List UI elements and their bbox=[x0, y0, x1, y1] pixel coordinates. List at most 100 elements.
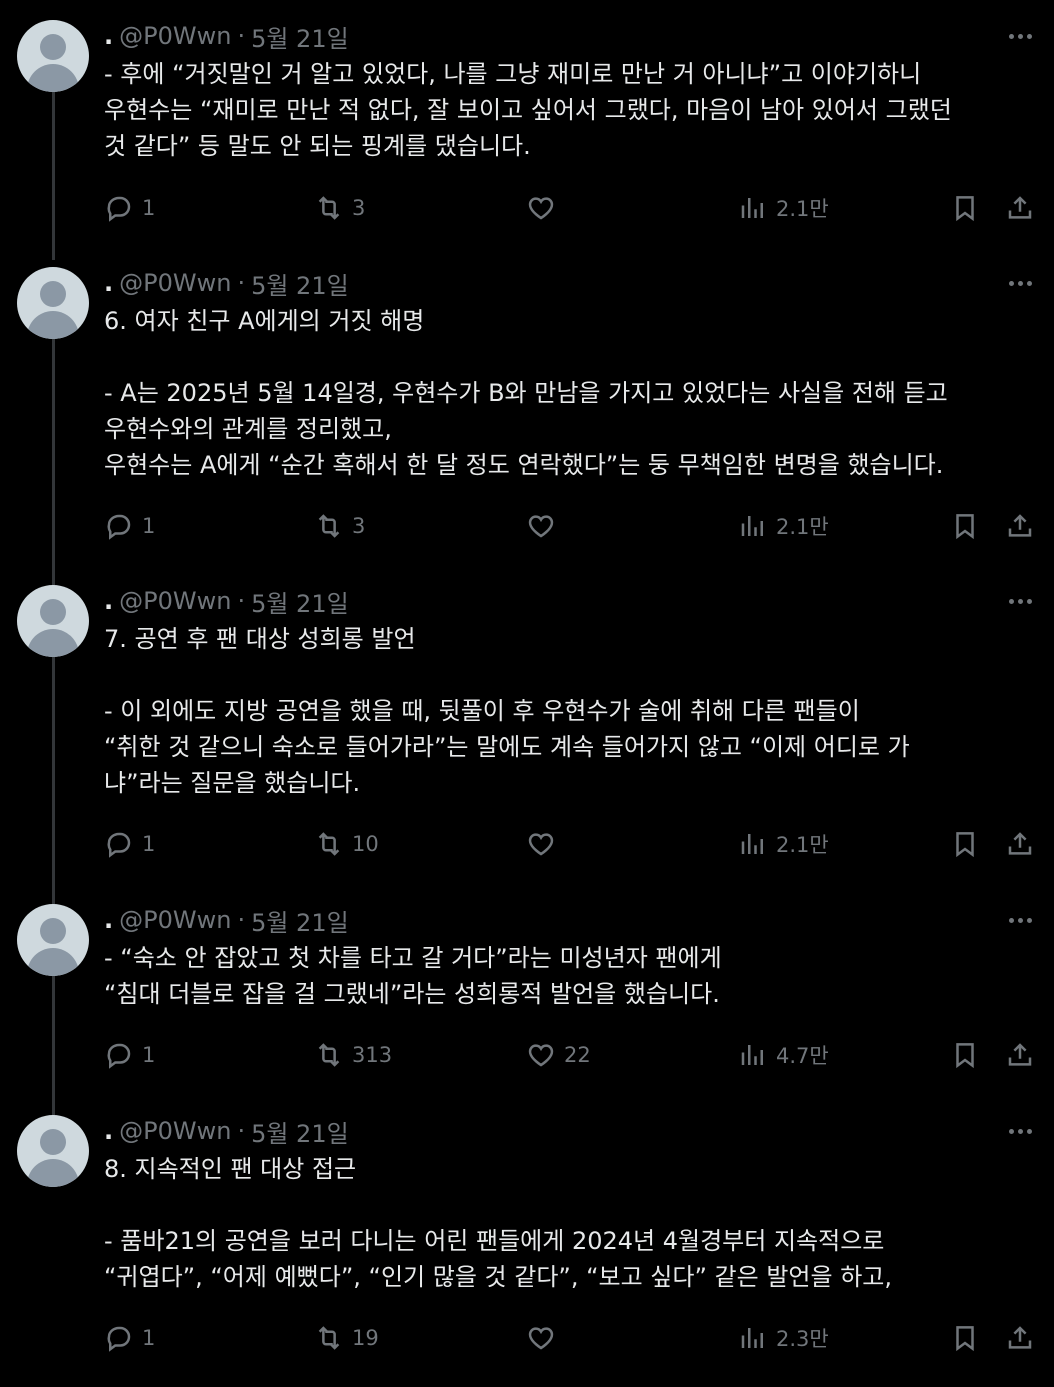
like-button[interactable]: 22 bbox=[526, 1035, 591, 1075]
reply-button[interactable]: 1 bbox=[104, 824, 155, 864]
view-count: 4.7만 bbox=[776, 1044, 829, 1068]
bookmark-icon bbox=[956, 832, 974, 858]
reply-button[interactable]: 1 bbox=[104, 1318, 155, 1358]
retweet-count: 19 bbox=[352, 1326, 379, 1350]
tweet-header: . @P0Wwn · 5월 21일 bbox=[104, 903, 349, 938]
heart-icon bbox=[528, 515, 554, 538]
retweet-count: 10 bbox=[352, 832, 379, 856]
share-icon bbox=[1008, 832, 1032, 855]
bookmark-button[interactable] bbox=[950, 824, 980, 864]
display-name[interactable]: . bbox=[104, 22, 113, 50]
share-button[interactable] bbox=[1005, 1318, 1035, 1358]
reply-icon bbox=[107, 196, 131, 222]
like-button[interactable] bbox=[526, 506, 564, 546]
retweet-count: 3 bbox=[352, 514, 366, 538]
display-name[interactable]: . bbox=[104, 906, 113, 934]
more-icon[interactable] bbox=[1004, 587, 1036, 615]
retweet-button[interactable]: 3 bbox=[314, 188, 365, 228]
tweet-text: 6. 여자 친구 A에게의 거짓 해명 - A는 2025년 5월 14일경, … bbox=[104, 307, 948, 479]
handle[interactable]: @P0Wwn bbox=[119, 906, 231, 934]
reply-count: 1 bbox=[142, 1043, 156, 1067]
views-icon bbox=[741, 516, 763, 536]
view-count: 2.1만 bbox=[776, 515, 829, 539]
tweet-header: . @P0Wwn · 5월 21일 bbox=[104, 266, 349, 301]
reply-button[interactable]: 1 bbox=[104, 1035, 155, 1075]
tweet-text: 7. 공연 후 팬 대상 성희롱 발언 - 이 외에도 지방 공연을 했을 때,… bbox=[104, 625, 910, 797]
views-button[interactable]: 2.3만 bbox=[738, 1318, 829, 1358]
share-icon bbox=[1008, 196, 1032, 219]
share-button[interactable] bbox=[1005, 188, 1035, 228]
retweet-icon bbox=[318, 1043, 340, 1067]
tweet-text: - 후에 “거짓말인 거 알고 있었다, 나를 그냥 재미로 만난 거 아니냐”… bbox=[104, 60, 952, 160]
tweet-date[interactable]: 5월 21일 bbox=[251, 903, 349, 938]
separator: · bbox=[237, 269, 246, 297]
tweet-text: 8. 지속적인 팬 대상 접근 - 품바21의 공연을 보러 다니는 어린 팬들… bbox=[104, 1155, 892, 1291]
heart-icon bbox=[528, 1044, 554, 1067]
action-bar: 1 19 2.3만 bbox=[0, 1318, 1054, 1358]
bookmark-icon bbox=[956, 1326, 974, 1352]
views-button[interactable]: 2.1만 bbox=[738, 506, 829, 546]
tweet-date[interactable]: 5월 21일 bbox=[251, 584, 349, 619]
more-icon[interactable] bbox=[1004, 906, 1036, 934]
share-icon bbox=[1008, 1043, 1032, 1066]
handle[interactable]: @P0Wwn bbox=[119, 269, 231, 297]
more-icon[interactable] bbox=[1004, 22, 1036, 50]
avatar[interactable] bbox=[17, 904, 89, 976]
bookmark-button[interactable] bbox=[950, 1035, 980, 1075]
avatar[interactable] bbox=[17, 1115, 89, 1187]
share-button[interactable] bbox=[1005, 824, 1035, 864]
tweet-header: . @P0Wwn · 5월 21일 bbox=[104, 19, 349, 54]
retweet-icon bbox=[318, 514, 340, 538]
like-count: 22 bbox=[564, 1043, 591, 1067]
reply-icon bbox=[107, 514, 131, 540]
reply-button[interactable]: 1 bbox=[104, 188, 155, 228]
bookmark-button[interactable] bbox=[950, 188, 980, 228]
handle[interactable]: @P0Wwn bbox=[119, 1117, 231, 1145]
reply-icon bbox=[107, 1043, 131, 1069]
views-icon bbox=[741, 198, 763, 218]
share-icon bbox=[1008, 514, 1032, 537]
bookmark-button[interactable] bbox=[950, 506, 980, 546]
view-count: 2.1만 bbox=[776, 197, 829, 221]
share-button[interactable] bbox=[1005, 506, 1035, 546]
bookmark-icon bbox=[956, 514, 974, 540]
tweet-header: . @P0Wwn · 5월 21일 bbox=[104, 584, 349, 619]
retweet-icon bbox=[318, 196, 340, 220]
handle[interactable]: @P0Wwn bbox=[119, 22, 231, 50]
reply-button[interactable]: 1 bbox=[104, 506, 155, 546]
tweet-date[interactable]: 5월 21일 bbox=[251, 266, 349, 301]
view-count: 2.3만 bbox=[776, 1327, 829, 1351]
reply-icon bbox=[107, 1326, 131, 1352]
display-name[interactable]: . bbox=[104, 269, 113, 297]
retweet-button[interactable]: 3 bbox=[314, 506, 365, 546]
share-button[interactable] bbox=[1005, 1035, 1035, 1075]
views-icon bbox=[741, 1045, 763, 1065]
views-button[interactable]: 4.7만 bbox=[738, 1035, 829, 1075]
views-icon bbox=[741, 1328, 763, 1348]
retweet-button[interactable]: 19 bbox=[314, 1318, 379, 1358]
share-icon bbox=[1008, 1326, 1032, 1349]
tweet-date[interactable]: 5월 21일 bbox=[251, 19, 349, 54]
bookmark-icon bbox=[956, 1043, 974, 1069]
bookmark-icon bbox=[956, 196, 974, 222]
handle[interactable]: @P0Wwn bbox=[119, 587, 231, 615]
display-name[interactable]: . bbox=[104, 1117, 113, 1145]
reply-count: 1 bbox=[142, 832, 156, 856]
separator: · bbox=[237, 906, 246, 934]
more-icon[interactable] bbox=[1004, 269, 1036, 297]
more-icon[interactable] bbox=[1004, 1117, 1036, 1145]
retweet-button[interactable]: 313 bbox=[314, 1035, 392, 1075]
avatar[interactable] bbox=[17, 585, 89, 657]
like-button[interactable] bbox=[526, 188, 564, 228]
bookmark-button[interactable] bbox=[950, 1318, 980, 1358]
views-button[interactable]: 2.1만 bbox=[738, 188, 829, 228]
reply-icon bbox=[107, 832, 131, 858]
retweet-button[interactable]: 10 bbox=[314, 824, 379, 864]
display-name[interactable]: . bbox=[104, 587, 113, 615]
views-button[interactable]: 2.1만 bbox=[738, 824, 829, 864]
like-button[interactable] bbox=[526, 1318, 564, 1358]
avatar[interactable] bbox=[17, 20, 89, 92]
tweet-date[interactable]: 5월 21일 bbox=[251, 1114, 349, 1149]
avatar[interactable] bbox=[17, 267, 89, 339]
like-button[interactable] bbox=[526, 824, 564, 864]
